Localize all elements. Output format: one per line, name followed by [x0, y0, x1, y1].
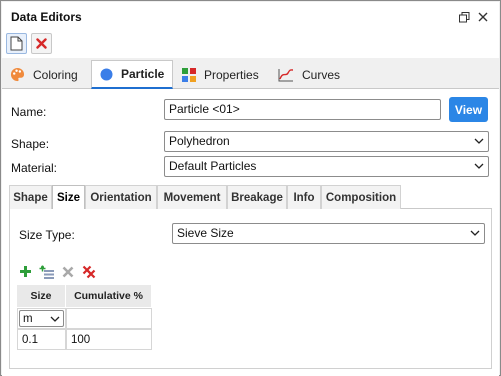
tab-particle-label: Particle: [121, 67, 165, 81]
chevron-down-icon: [474, 163, 484, 169]
name-label: Name:: [11, 105, 47, 119]
unit-select-cell: m: [17, 308, 66, 329]
table-toolbar: [17, 263, 97, 281]
palette-icon: [10, 67, 25, 82]
delete-icon: [36, 38, 47, 49]
unit-select-value: m: [23, 312, 33, 325]
tab-coloring-label: Coloring: [33, 67, 78, 82]
insert-rows-icon: [39, 265, 54, 279]
add-row-button[interactable]: [17, 263, 34, 280]
material-label: Material:: [11, 161, 58, 175]
shape-label: Shape:: [11, 137, 50, 151]
remove-icon: [62, 266, 73, 277]
new-document-icon: [10, 36, 23, 51]
material-select-value: Default Particles: [169, 159, 257, 173]
particle-pane: Name: Particle <01> View Shape: Polyhedr…: [2, 89, 499, 376]
remove-row-button[interactable]: [59, 263, 76, 280]
table-cell-size[interactable]: 0.1: [17, 329, 66, 350]
add-icon: [20, 266, 31, 277]
subtab-movement[interactable]: Movement: [157, 185, 227, 209]
unit-select[interactable]: m: [19, 310, 64, 327]
tab-particle[interactable]: Particle: [91, 60, 173, 89]
shape-select[interactable]: Polyhedron: [164, 131, 489, 152]
tab-properties[interactable]: Properties: [174, 60, 270, 89]
size-subpane: Size Type: Sieve Size Size Cumulative % …: [9, 209, 492, 369]
restore-icon[interactable]: [457, 10, 471, 24]
close-icon[interactable]: [476, 10, 490, 24]
particle-icon: [100, 68, 113, 80]
delete-button[interactable]: [31, 33, 52, 54]
properties-grid-icon: [182, 67, 196, 82]
subtab-shape[interactable]: Shape: [9, 185, 52, 209]
curve-chart-icon: [278, 68, 294, 81]
title-bar: Data Editors: [2, 2, 499, 30]
tab-properties-label: Properties: [204, 67, 259, 82]
table-cell-cumulative[interactable]: 100: [66, 329, 152, 350]
insert-row-button[interactable]: [38, 263, 55, 280]
chevron-down-icon: [50, 316, 60, 322]
name-field[interactable]: Particle <01>: [164, 99, 441, 120]
data-editors-window: Data Editors Coloring Particle Propertie…: [0, 0, 501, 376]
view-button[interactable]: View: [449, 97, 488, 122]
subtab-info[interactable]: Info: [287, 185, 321, 209]
toolbar: [2, 30, 499, 58]
tab-curves[interactable]: Curves: [270, 60, 350, 89]
chevron-down-icon: [470, 230, 480, 236]
window-title: Data Editors: [11, 10, 82, 24]
tab-coloring[interactable]: Coloring: [2, 60, 90, 89]
sub-tabs: Shape Size Orientation Movement Breakage…: [9, 185, 492, 210]
subtab-breakage[interactable]: Breakage: [227, 185, 287, 209]
subtab-composition[interactable]: Composition: [321, 185, 401, 209]
column-header-size: Size: [17, 285, 66, 307]
subtab-size[interactable]: Size: [52, 185, 85, 210]
clear-rows-button[interactable]: [80, 263, 97, 280]
subtab-orientation[interactable]: Orientation: [85, 185, 157, 209]
new-document-button[interactable]: [6, 33, 27, 54]
material-select[interactable]: Default Particles: [164, 156, 489, 177]
unit-empty-cell: [66, 308, 152, 329]
size-type-select[interactable]: Sieve Size: [172, 223, 485, 244]
column-header-cumulative: Cumulative %: [66, 285, 152, 307]
main-tabs: Coloring Particle Properties Curves: [2, 58, 499, 89]
size-type-label: Size Type:: [19, 228, 75, 242]
clear-all-icon: [82, 265, 95, 278]
tab-curves-label: Curves: [302, 67, 341, 82]
shape-select-value: Polyhedron: [169, 134, 230, 148]
size-type-value: Sieve Size: [177, 226, 234, 240]
chevron-down-icon: [474, 138, 484, 144]
